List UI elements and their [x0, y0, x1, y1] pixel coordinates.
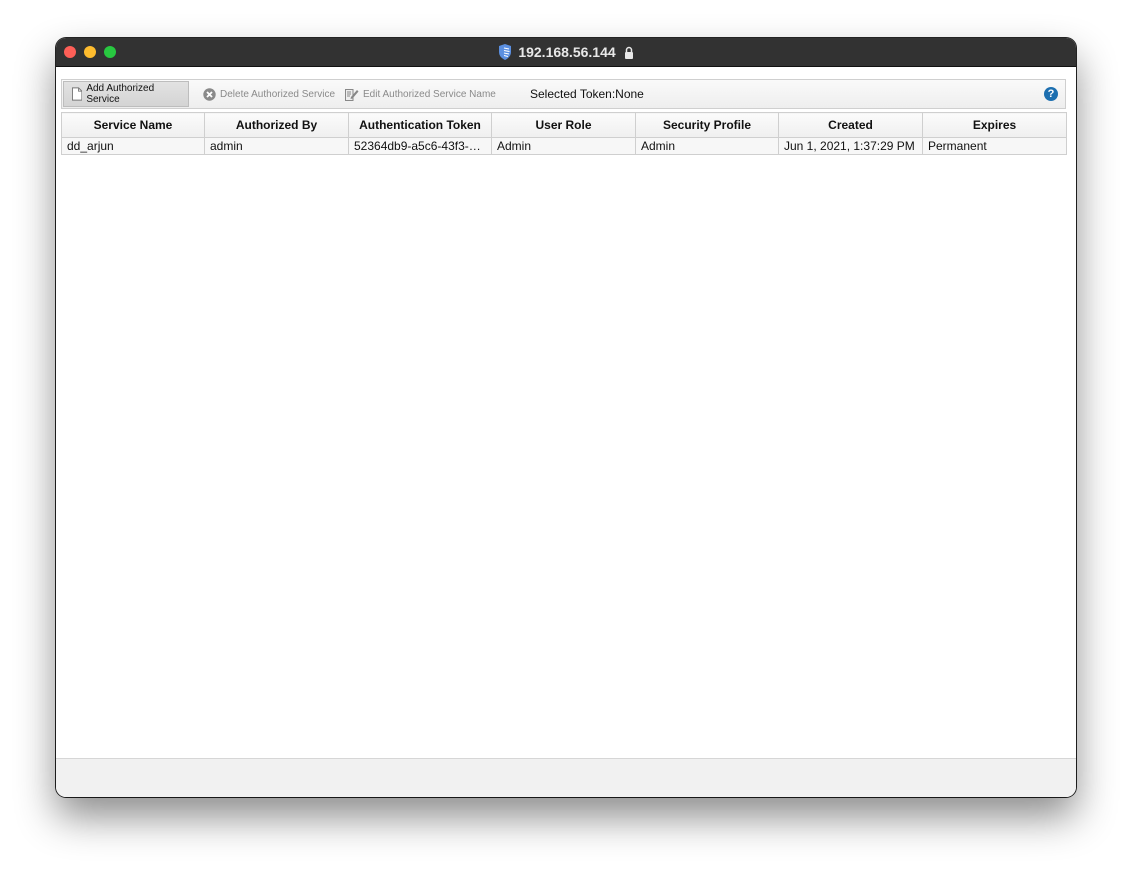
title-bar: 192.168.56.144 — [56, 38, 1076, 67]
delete-authorized-service-button[interactable]: Delete Authorized Service — [199, 81, 339, 107]
help-icon[interactable]: ? — [1044, 87, 1058, 101]
shield-icon — [499, 44, 512, 60]
lock-icon — [624, 46, 633, 59]
column-header-user-role[interactable]: User Role — [491, 112, 636, 138]
column-header-service-name[interactable]: Service Name — [61, 112, 205, 138]
column-header-authentication-token[interactable]: Authentication Token — [348, 112, 492, 138]
selected-token-status: Selected Token:None — [530, 87, 644, 101]
cell-service-name[interactable]: dd_arjun — [61, 137, 205, 155]
main-content: Add Authorized Service Delete Authorized… — [56, 67, 1076, 758]
add-authorized-service-button[interactable]: Add Authorized Service — [63, 81, 189, 107]
cell-authentication-token[interactable]: 52364db9-a5c6-43f3-a… — [348, 137, 492, 155]
cell-security-profile[interactable]: Admin — [635, 137, 779, 155]
status-bar — [56, 758, 1076, 797]
cell-user-role[interactable]: Admin — [491, 137, 636, 155]
delete-authorized-service-label: Delete Authorized Service — [220, 88, 336, 100]
table-row[interactable]: dd_arjun admin 52364db9-a5c6-43f3-a… Adm… — [61, 137, 1067, 155]
column-header-expires[interactable]: Expires — [922, 112, 1067, 138]
column-header-authorized-by[interactable]: Authorized By — [204, 112, 349, 138]
new-document-icon — [72, 87, 83, 101]
app-window: 192.168.56.144 Add Authorized Service De… — [56, 38, 1076, 797]
edit-authorized-service-name-label: Edit Authorized Service Name — [363, 88, 496, 100]
column-header-created[interactable]: Created — [778, 112, 923, 138]
cell-created[interactable]: Jun 1, 2021, 1:37:29 PM — [778, 137, 923, 155]
cell-authorized-by[interactable]: admin — [204, 137, 349, 155]
table-header-row: Service Name Authorized By Authenticatio… — [61, 112, 1067, 138]
cell-expires[interactable]: Permanent — [922, 137, 1067, 155]
edit-authorized-service-name-button[interactable]: Edit Authorized Service Name — [341, 81, 500, 107]
edit-document-icon — [345, 88, 359, 101]
delete-circle-icon — [203, 87, 216, 101]
window-title-group: 192.168.56.144 — [56, 38, 1076, 66]
column-header-security-profile[interactable]: Security Profile — [635, 112, 779, 138]
toolbar: Add Authorized Service Delete Authorized… — [61, 79, 1066, 109]
authorized-services-table: Service Name Authorized By Authenticatio… — [61, 112, 1067, 155]
add-authorized-service-label: Add Authorized Service — [86, 83, 155, 105]
window-title: 192.168.56.144 — [518, 44, 616, 60]
